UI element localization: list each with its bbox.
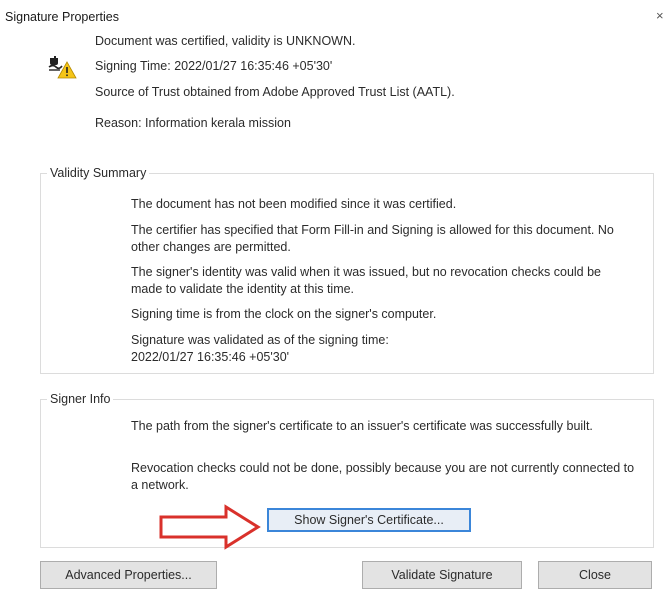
validity-item-form-fill: The certifier has specified that Form Fi…: [131, 223, 614, 254]
advanced-properties-button[interactable]: Advanced Properties...: [40, 561, 217, 589]
signing-reason: Reason: Information kerala mission: [95, 116, 291, 130]
signer-info-label: Signer Info: [47, 392, 114, 406]
validity-item-unmodified: The document has not been modified since…: [131, 197, 457, 211]
signer-item-revocation: Revocation checks could not be done, pos…: [131, 461, 635, 492]
show-signers-certificate-button[interactable]: Show Signer's Certificate...: [267, 508, 471, 532]
certification-status: Document was certified, validity is UNKN…: [95, 34, 356, 48]
close-button[interactable]: Close: [538, 561, 652, 589]
red-arrow-annotation: [159, 504, 261, 550]
validity-item-clock: Signing time is from the clock on the si…: [131, 307, 437, 321]
signature-properties-dialog: Signature Properties × Document was cert…: [0, 0, 664, 597]
title-bar: Signature Properties ×: [0, 0, 664, 30]
validity-item-validated-time: Signature was validated as of the signin…: [131, 333, 389, 364]
signature-warning-icon: [48, 56, 77, 79]
dialog-title: Signature Properties: [5, 10, 119, 24]
signing-time: Signing Time: 2022/01/27 16:35:46 +05'30…: [95, 59, 333, 73]
validity-item-identity: The signer's identity was valid when it …: [131, 265, 601, 296]
source-of-trust: Source of Trust obtained from Adobe Appr…: [95, 85, 455, 99]
validity-summary-label: Validity Summary: [47, 166, 150, 180]
validate-signature-button[interactable]: Validate Signature: [362, 561, 522, 589]
signer-item-path-built: The path from the signer's certificate t…: [131, 419, 593, 433]
close-icon[interactable]: ×: [656, 8, 664, 23]
